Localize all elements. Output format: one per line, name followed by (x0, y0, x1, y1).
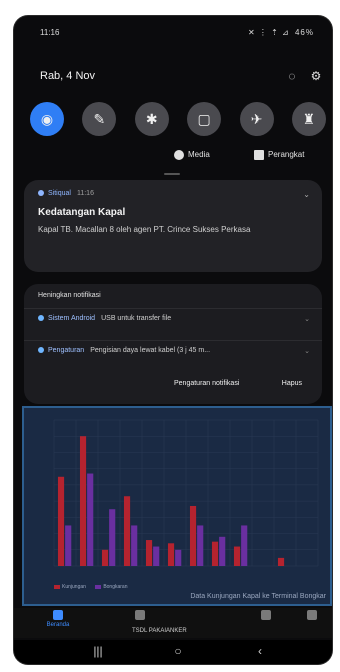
shield-icon[interactable]: ◌ (284, 68, 300, 84)
status-time: 11:16 (40, 28, 60, 37)
legend-label: Kunjungan (62, 584, 86, 590)
chevron-down-icon[interactable]: ⌄ (304, 315, 310, 323)
android-icon (38, 315, 44, 322)
silent-app-name: Sistem Android (48, 315, 96, 322)
bar (211, 541, 219, 566)
settings-icon (38, 347, 44, 354)
notification-settings-button[interactable]: Pengaturan notifikasi (174, 380, 239, 387)
silent-header: Heningkan notifikasi (38, 292, 101, 299)
chevron-down-icon[interactable]: ⌄ (304, 347, 310, 355)
bar (175, 549, 182, 566)
devices-label: Perangkat (268, 150, 305, 160)
silent-app-name: Pengaturan (48, 347, 85, 354)
date-text: Rab, 4 Nov (40, 70, 96, 82)
clear-button[interactable]: Hapus (282, 380, 302, 387)
bar (65, 525, 72, 566)
silent-text: USB untuk transfer file (101, 315, 172, 322)
bluetooth-toggle[interactable]: ✱ (134, 102, 169, 136)
bar (123, 496, 131, 566)
signal-icons: ✕ ⋮ ⇡ ⊿ (247, 28, 290, 37)
rotate-icon: ▢ (197, 110, 211, 127)
silent-text: Pengisian daya lewat kabel (3 j 45 m... (90, 347, 211, 354)
bar (57, 476, 65, 566)
silent-notification-item[interactable]: Sistem Android USB untuk transfer file ⌄ (24, 308, 322, 332)
rotate-toggle[interactable]: ▢ (187, 102, 222, 136)
devices-button[interactable]: Perangkat (254, 150, 304, 160)
mute-icon: ✎ (93, 110, 106, 127)
devices-icon (254, 150, 264, 160)
notification-time: 11:16 (76, 190, 94, 197)
bar (167, 543, 175, 566)
notification-app-name: Sitiqual (48, 190, 71, 197)
back-button[interactable]: ‹ (250, 644, 270, 658)
legend-item: Bongkaran (95, 584, 128, 590)
bar (101, 549, 109, 566)
bluetooth-icon: ✱ (145, 110, 158, 127)
bar (219, 536, 226, 566)
wifi-icon: ◉ (40, 110, 54, 127)
airplane-toggle[interactable]: ✈ (239, 102, 274, 136)
document-icon (261, 610, 271, 620)
panel-handle[interactable] (164, 173, 180, 175)
notification-body: Kapal TB. Macallan 8 oleh agen PT. Crinc… (38, 225, 251, 234)
notification-card[interactable]: Sitiqual 11:16 ⌄ Kedatangan Kapal Kapal T… (24, 180, 322, 272)
bar (79, 436, 87, 566)
mute-toggle[interactable]: ✎ (82, 102, 117, 136)
chart-legend: Kunjungan Bongkaran (54, 584, 136, 590)
bar (277, 557, 285, 566)
status-bar: 11:16 ✕ ⋮ ⇡ ⊿ 46% (14, 16, 332, 44)
legend-item: Kunjungan (54, 584, 86, 590)
legend-label: Bongkaran (103, 584, 128, 590)
phone-screen: 11:16 ✕ ⋮ ⇡ ⊿ 46% Rab, 4 Nov ◌ ⚙ ◉ ✎ ✱ ▢ ✈ ♜ … (14, 16, 332, 664)
nav-logout[interactable] (292, 610, 332, 622)
logout-icon (307, 610, 317, 620)
nav-ship[interactable] (120, 610, 160, 622)
status-icons: ✕ ⋮ ⇡ ⊿ 46% (248, 28, 314, 37)
system-navigation-bar: ||| ○ ‹ (14, 640, 332, 664)
silent-notifications-group: Heningkan notifikasi Sistem Android USB u… (24, 284, 322, 404)
bar-chart (53, 419, 319, 567)
nav-home[interactable]: Beranda (38, 610, 78, 628)
flashlight-icon: ♜ (302, 110, 316, 127)
bar (233, 546, 241, 566)
chart-caption: Data Kunjungan Kapal ke Terminal Bongkar (190, 593, 326, 600)
media-icon (174, 150, 184, 160)
gear-icon[interactable]: ⚙ (308, 68, 324, 84)
quick-settings-tiles: ◉ ✎ ✱ ▢ ✈ ♜ (30, 102, 326, 138)
nav-center-label: TSDL PAKAIANKER (132, 628, 187, 634)
bar (145, 540, 153, 566)
bar (241, 525, 248, 566)
recents-button[interactable]: ||| (88, 644, 108, 658)
flashlight-toggle[interactable]: ♜ (291, 102, 326, 136)
bar (131, 525, 138, 566)
app-icon (38, 190, 44, 197)
nav-document[interactable] (246, 610, 286, 622)
media-row: Media Perangkat (14, 150, 332, 166)
airplane-icon: ✈ (250, 110, 263, 127)
notification-title: Kedatangan Kapal (38, 207, 126, 218)
bar (189, 505, 197, 566)
background-app: Kunjungan Bongkaran Data Kunjungan Kapal… (22, 406, 332, 606)
app-bottom-nav: Beranda TSDL PAKAIANKER (14, 608, 332, 638)
notification-app-row: Sitiqual 11:16 (38, 190, 308, 197)
date-row: Rab, 4 Nov ◌ ⚙ (40, 68, 330, 90)
silent-notification-item[interactable]: Pengaturan Pengisian daya lewat kabel (3 … (24, 340, 322, 364)
bar (153, 546, 160, 566)
bar (87, 473, 94, 566)
bar (197, 525, 204, 566)
media-button[interactable]: Media (174, 150, 210, 160)
nav-home-label: Beranda (46, 622, 70, 628)
notification-actions: Pengaturan notifikasi Hapus (24, 380, 322, 396)
home-button[interactable]: ○ (168, 644, 188, 658)
battery-level: 46% (294, 28, 314, 37)
chevron-down-icon[interactable]: ⌄ (303, 190, 310, 199)
bar (109, 509, 116, 566)
wifi-toggle[interactable]: ◉ (30, 102, 64, 136)
media-label: Media (188, 150, 210, 160)
ship-icon (135, 610, 145, 620)
home-icon (53, 610, 63, 620)
